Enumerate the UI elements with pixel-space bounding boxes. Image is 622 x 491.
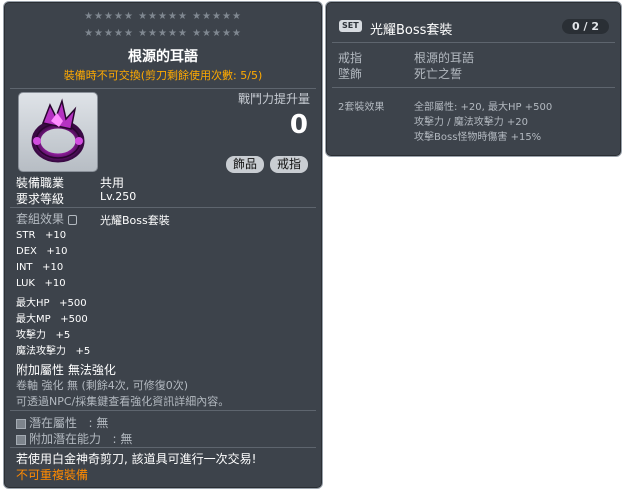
trade-restriction-note: 裝備時不可交換(剪刀剩餘使用次數: 5/5) (63, 69, 263, 82)
set-effect-line: 攻擊Boss怪物時傷害 +15% (414, 132, 542, 143)
stat-line: 魔法攻擊力 +5 (16, 346, 91, 357)
level-label: 要求等級 (16, 192, 65, 206)
divider (332, 87, 615, 88)
divider (10, 410, 316, 411)
set-badge-icon: SET (339, 20, 362, 32)
divider (332, 42, 615, 43)
set-tier-label: 2套裝效果 (338, 102, 385, 113)
divider (10, 207, 316, 208)
set-member-item: 死亡之誓 (414, 67, 463, 81)
star-force-row-2: ★★★★★ ★★★★★ ★★★★★ (84, 28, 242, 39)
stat-line: 最大HP +500 (16, 298, 87, 309)
category-tag-accessory: 飾品 (226, 156, 265, 173)
no-duplicate-note: 不可重複裝備 (16, 468, 89, 482)
item-name: 根源的耳語 (128, 49, 198, 65)
stat-line: LUK +10 (16, 278, 66, 289)
set-name: 光耀Boss套裝 (370, 23, 453, 38)
set-member-item: 根源的耳語 (414, 51, 475, 65)
level-value: Lv.250 (100, 190, 137, 203)
item-icon-frame (18, 92, 98, 172)
extra-attribute: 附加屬性 無法強化 (16, 363, 116, 377)
category-tag-ring: 戒指 (270, 156, 309, 173)
set-effect-line: 全部屬性: +20, 最大HP +500 (414, 102, 553, 113)
stat-line: DEX +10 (16, 246, 68, 257)
set-member-type: 戒指 (338, 51, 363, 65)
item-tooltip-panel: ★★★★★ ★★★★★ ★★★★★ ★★★★★ ★★★★★ ★★★★★ 根源的耳… (3, 1, 323, 489)
set-effect-value: 光耀Boss套裝 (100, 214, 170, 227)
stat-line: INT +10 (16, 262, 64, 273)
stat-line: STR +10 (16, 230, 67, 241)
job-label: 裝備職業 (16, 176, 65, 190)
stat-line: 最大MP +500 (16, 314, 88, 325)
additional-potential-locked-icon (16, 434, 26, 445)
divider (10, 88, 316, 89)
scroll-upgrade-info: 卷軸 強化 無 (剩餘4次, 可修復0次) (16, 379, 189, 392)
potential-locked-icon (16, 418, 26, 429)
npc-info-note: 可透過NPC/採集鍵查看強化資訊詳細內容。 (16, 395, 230, 408)
potential-row: 潛在屬性 : 無 (16, 414, 108, 431)
set-effect-line: 攻擊力 / 魔法攻擊力 +20 (414, 117, 529, 128)
scissor-note: 若使用白金神奇剪刀, 該道具可進行一次交易! (16, 452, 257, 466)
set-member-type: 墜飾 (338, 67, 363, 81)
ring-icon (31, 98, 85, 163)
star-force-row-1: ★★★★★ ★★★★★ ★★★★★ (84, 11, 242, 22)
stat-line: 攻擊力 +5 (16, 330, 71, 341)
set-tooltip-panel: SET 光耀Boss套裝 0 / 2 戒指 根源的耳語 墜飾 死亡之誓 2套裝效… (325, 1, 622, 157)
power-increase-value: 0 (289, 110, 308, 140)
divider (10, 447, 316, 448)
lock-icon (68, 214, 78, 225)
power-increase-label: 戰鬥力提升量 (237, 92, 310, 106)
additional-potential-row: 附加潛在能力 : 無 (16, 430, 132, 447)
set-count-badge: 0 / 2 (562, 19, 609, 34)
set-effect-label: 套組效果 (16, 210, 78, 227)
job-value: 共用 (100, 176, 125, 190)
